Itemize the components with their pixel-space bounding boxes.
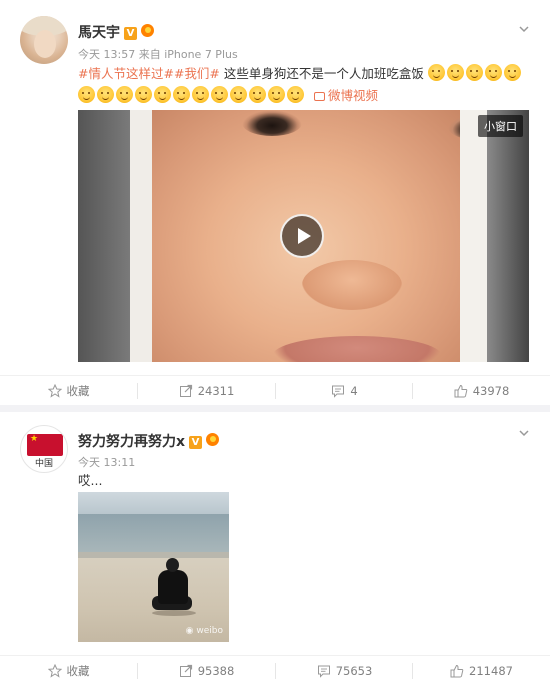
smile-emoji-icon [173,86,190,103]
favorite-label: 收藏 [66,384,90,398]
tongue-emoji-icon [287,86,304,103]
star-icon [47,659,62,689]
video-frame-border [460,110,488,362]
member-level-icon [206,433,221,446]
post-meta: 今天 13:11 [78,456,136,469]
weibo-video-link-label: 微博视频 [327,88,378,103]
member-level-icon [141,24,156,37]
like-button[interactable]: 43978 [413,376,550,406]
play-icon [298,228,311,244]
video-icon [313,92,325,101]
post-text: #情人节这样过##我们# 这些单身狗还不是一个人加班吃盒饭 微博视频 [78,63,533,107]
chevron-down-icon[interactable] [518,20,530,33]
like-button[interactable]: 211487 [413,656,550,686]
laugh-emoji-icon [211,86,228,103]
video-eye-left [242,110,302,136]
smile-emoji-icon [446,64,464,81]
chevron-down-icon[interactable] [518,424,530,437]
like-count: 211487 [469,664,513,678]
weibo-video-link[interactable]: 微博视频 [313,88,378,103]
post-meta: 今天 13:57 来自 iPhone 7 Plus [78,48,238,61]
repost-count: 24311 [197,384,235,398]
video-frame-edge [78,110,130,362]
repost-button[interactable]: 95388 [138,656,275,686]
smile-emoji-icon [135,86,152,103]
photo-sea [78,514,229,554]
verified-badge-icon: V [189,436,203,449]
video-player[interactable]: 小窗口 [78,110,529,362]
tongue-emoji-icon [230,86,247,103]
favorite-button[interactable]: 收藏 [0,656,137,686]
photo-person [152,558,192,614]
laugh-emoji-icon [192,86,209,103]
star-icon: ★ [30,434,39,444]
play-button[interactable] [280,214,324,258]
comment-button[interactable]: 75653 [276,656,413,686]
smile-emoji-icon [116,86,133,103]
video-frame-border [130,110,152,362]
mini-window-button[interactable]: 小窗口 [478,115,523,137]
author-name[interactable]: 馬天宇 [78,25,120,41]
post-photo[interactable]: ◉ weibo [78,492,229,642]
tongue-emoji-icon [249,86,266,103]
repost-button[interactable]: 24311 [138,376,275,406]
weibo-post: 馬天宇 V 今天 13:57 来自 iPhone 7 Plus #情人节这样过##… [0,0,550,405]
tongue-emoji-icon [268,86,285,103]
favorite-label: 收藏 [66,664,90,678]
smile-emoji-icon [78,86,95,103]
post-actions: 收藏 24311 4 43978 [0,375,550,405]
video-frame-edge [487,110,529,362]
video-nose [302,260,402,310]
author-avatar[interactable] [20,16,68,64]
weibo-watermark-icon: ◉ weibo [185,626,223,636]
smile-emoji-icon [503,64,521,81]
topic-link[interactable]: #我们# [174,66,220,81]
avatar-face [34,30,56,58]
comment-count: 4 [350,384,358,398]
author-name-row: 努力努力再努力x V [78,431,221,451]
author-avatar[interactable]: ★ 中国 [20,425,68,473]
post-actions: 收藏 95388 75653 211487 [0,655,550,685]
smile-emoji-icon [154,86,171,103]
video-lips [272,336,442,362]
thumbs-up-icon [450,659,464,689]
smile-emoji-icon [97,86,114,103]
post-separator [0,405,550,412]
comment-icon [317,659,331,689]
comment-count: 75653 [335,664,373,678]
topic-link[interactable]: #情人节这样过# [78,66,174,81]
comment-button[interactable]: 4 [276,376,413,406]
smile-emoji-icon [427,64,445,81]
repost-icon [179,659,193,689]
smile-emoji-icon [465,64,483,81]
smile-emoji-icon [484,64,502,81]
verified-badge-icon: V [124,27,137,40]
favorite-button[interactable]: 收藏 [0,376,137,406]
author-name[interactable]: 努力努力再努力x [78,434,185,450]
like-count: 43978 [472,384,510,398]
repost-count: 95388 [197,664,235,678]
post-body: 这些单身狗还不是一个人加班吃盒饭 [223,66,424,81]
author-name-row: 馬天宇 V [78,22,156,42]
avatar-text: 中国 [34,459,53,469]
photo-sky [78,492,229,514]
post-text: 哎... [78,473,103,488]
